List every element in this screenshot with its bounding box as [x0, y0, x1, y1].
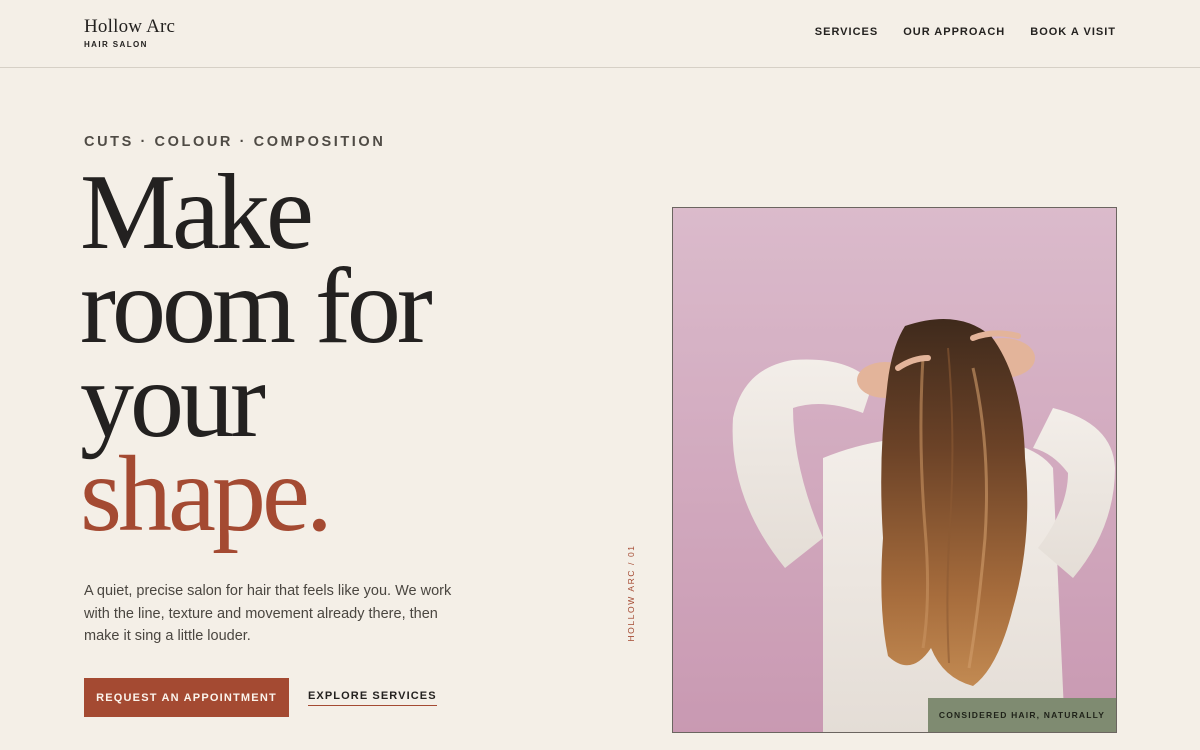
hero-headline: Make room for your shape. — [80, 153, 433, 554]
hero-description: A quiet, precise salon for hair that fee… — [84, 583, 452, 644]
nav-link-services[interactable]: SERVICES — [815, 26, 878, 38]
hero-photo: CONSIDERED HAIR, NATURALLY — [672, 207, 1117, 733]
headline-line-4-accent: shape. — [80, 435, 333, 554]
nav-link-book-a-visit[interactable]: BOOK A VISIT — [1030, 26, 1116, 38]
woman-with-long-hair-photo-icon — [673, 208, 1116, 732]
nav-link-our-approach[interactable]: OUR APPROACH — [903, 26, 1005, 38]
explore-services-link[interactable]: EXPLORE SERVICES — [308, 690, 437, 706]
site-header: Hollow Arc HAIR SALON SERVICES OUR APPRO… — [0, 0, 1200, 68]
request-appointment-button[interactable]: REQUEST AN APPOINTMENT — [84, 678, 289, 717]
vertical-caption: HOLLOW ARC / 01 — [626, 544, 636, 642]
headline-line-3: your — [80, 341, 266, 460]
hero-eyebrow: CUTS · COLOUR · COMPOSITION — [84, 134, 386, 150]
brand-logo[interactable]: Hollow Arc HAIR SALON — [84, 16, 175, 49]
main-nav: SERVICES OUR APPROACH BOOK A VISIT — [815, 26, 1116, 38]
photo-caption-badge: CONSIDERED HAIR, NATURALLY — [928, 698, 1116, 732]
headline-line-1: Make — [80, 153, 314, 272]
brand-name: Hollow Arc — [84, 16, 176, 37]
brand-subtitle: HAIR SALON — [84, 40, 148, 49]
headline-line-2: room for — [80, 247, 433, 366]
